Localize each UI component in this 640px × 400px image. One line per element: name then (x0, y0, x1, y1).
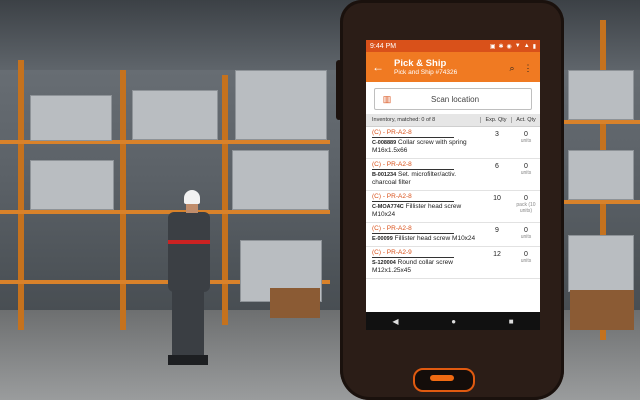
notification-icon: ▣ (489, 43, 496, 50)
item-location: (C) - PR-A2-8 (372, 193, 454, 202)
actual-qty-cell: 0 units (512, 129, 540, 155)
item-location: (C) - PR-A2-8 (372, 225, 454, 234)
qty-units: units (520, 170, 532, 176)
actual-qty: 0 (524, 163, 528, 170)
list-item[interactable]: (C) - PR-A2-8 B-001234 Set. microfilter/… (366, 159, 540, 191)
item-description: C-008889 Collar screw with spring M16x1.… (372, 139, 482, 155)
bluetooth-icon: ✱ (498, 43, 504, 50)
item-sku: C-MOA774C (372, 204, 404, 210)
stock-box (568, 150, 634, 200)
qty-units: units (520, 258, 532, 264)
rack-post (222, 75, 228, 325)
worker-stripe (168, 240, 210, 244)
actual-qty-cell: 0 units (512, 249, 540, 275)
expected-qty: 3 (495, 131, 499, 138)
overflow-menu-icon[interactable]: ⋮ (520, 61, 536, 74)
stock-box (30, 160, 114, 210)
actual-qty-cell: 0 pack (10 units) (512, 193, 540, 219)
qty-units: pack (10 units) (516, 202, 536, 214)
item-info: (C) - PR-A2-8 C-008889 Collar screw with… (366, 129, 482, 155)
act-qty-header: Act. Qty (511, 117, 540, 123)
item-info: (C) - PR-A2-9 S-120004 Round collar scre… (366, 249, 482, 275)
worker-face (186, 203, 198, 213)
item-location: (C) - PR-A2-8 (372, 129, 454, 138)
actual-qty-cell: 0 units (512, 225, 540, 243)
back-arrow-icon[interactable]: ← (370, 60, 386, 74)
qty-units: units (520, 138, 532, 144)
status-bar: 9:44 PM ▣ ✱ ◉ ▼ ▲ ▮ (366, 40, 540, 52)
list-item[interactable]: (C) - PR-A2-9 S-120004 Round collar scre… (366, 247, 540, 279)
actual-qty: 0 (524, 131, 528, 138)
inventory-matched-header: Inventory, matched: 0 of 8 (372, 117, 436, 123)
signal-icon: ▲ (523, 42, 530, 49)
nav-recents-icon[interactable]: ■ (509, 317, 514, 326)
stock-box (235, 70, 327, 140)
scan-location-label: Scan location (430, 94, 480, 104)
wifi-icon: ▼ (514, 42, 521, 49)
item-description: C-MOA774C Fillister head screw M10x24 (372, 203, 482, 219)
stock-box (568, 235, 634, 292)
search-icon[interactable]: ⌕ (504, 61, 520, 74)
actual-qty: 0 (524, 195, 528, 202)
item-location: (C) - PR-A2-9 (372, 249, 454, 258)
rack-beam (564, 120, 640, 124)
item-sku: S-120004 (372, 260, 396, 266)
android-nav-bar: ◀ ● ■ (366, 312, 540, 330)
stock-box (132, 90, 218, 140)
qty-units: units (520, 234, 532, 240)
worker-helmet (184, 190, 200, 204)
nav-back-icon[interactable]: ◀ (392, 317, 398, 326)
scan-trigger-light (430, 375, 454, 381)
actual-qty-cell: 0 units (512, 161, 540, 187)
stock-box (232, 150, 329, 210)
worker-legs (172, 290, 204, 360)
exp-qty-header: Exp. Qty (480, 117, 511, 123)
item-info: (C) - PR-A2-8 E-00099 Fillister head scr… (366, 225, 482, 243)
nav-home-icon[interactable]: ● (451, 317, 456, 326)
expected-qty: 6 (495, 163, 499, 170)
app-bar: ← Pick & Ship Pick and Ship #74326 ⌕ ⋮ (366, 52, 540, 82)
pallet-stack (570, 290, 634, 330)
rack-beam (0, 210, 330, 214)
scan-area: ▥ Scan location (366, 82, 540, 114)
location-icon: ◉ (506, 43, 512, 50)
item-info: (C) - PR-A2-8 B-001234 Set. microfilter/… (366, 161, 482, 187)
barcode-scan-icon: ▥ (382, 93, 392, 104)
actual-qty: 0 (524, 251, 528, 258)
status-time: 9:44 PM (370, 42, 397, 50)
device-screen: 9:44 PM ▣ ✱ ◉ ▼ ▲ ▮ ← Pick & Ship Pick a… (366, 40, 540, 330)
page-subtitle: Pick and Ship #74326 (394, 69, 458, 76)
app-bar-titles: Pick & Ship Pick and Ship #74326 (386, 58, 504, 76)
expected-qty: 9 (495, 227, 499, 234)
item-sku: E-00099 (372, 236, 393, 242)
item-sku: C-008889 (372, 140, 397, 146)
list-item[interactable]: (C) - PR-A2-8 C-MOA774C Fillister head s… (366, 191, 540, 223)
table-header: Inventory, matched: 0 of 8 Exp. Qty Act.… (366, 114, 540, 127)
page-title: Pick & Ship (394, 58, 447, 69)
item-description: S-120004 Round collar screw M12x1.25x45 (372, 259, 482, 275)
worker-boots (168, 355, 208, 365)
list-item[interactable]: (C) - PR-A2-8 E-00099 Fillister head scr… (366, 223, 540, 247)
scan-location-button[interactable]: ▥ Scan location (374, 88, 532, 110)
battery-icon: ▮ (532, 43, 536, 50)
pallet-stack (270, 288, 320, 318)
item-name: Fillister head screw M10x24 (392, 235, 476, 242)
item-info: (C) - PR-A2-8 C-MOA774C Fillister head s… (366, 193, 482, 219)
item-sku: B-001234 (372, 172, 397, 178)
inventory-list: (C) - PR-A2-8 C-008889 Collar screw with… (366, 127, 540, 279)
expected-qty: 12 (493, 251, 501, 258)
item-location: (C) - PR-A2-8 (372, 161, 454, 170)
actual-qty: 0 (524, 227, 528, 234)
stock-box (568, 70, 634, 120)
rack-post (18, 60, 24, 330)
rack-beam (564, 200, 640, 204)
item-description: B-001234 Set. microfilter/activ. charcoa… (372, 171, 482, 187)
list-item[interactable]: (C) - PR-A2-8 C-008889 Collar screw with… (366, 127, 540, 159)
worker-body (168, 212, 210, 292)
item-description: E-00099 Fillister head screw M10x24 (372, 235, 482, 243)
status-icons: ▣ ✱ ◉ ▼ ▲ ▮ (490, 43, 536, 50)
rack-post (120, 70, 126, 330)
stock-box (30, 95, 112, 141)
expected-qty: 10 (493, 195, 501, 202)
